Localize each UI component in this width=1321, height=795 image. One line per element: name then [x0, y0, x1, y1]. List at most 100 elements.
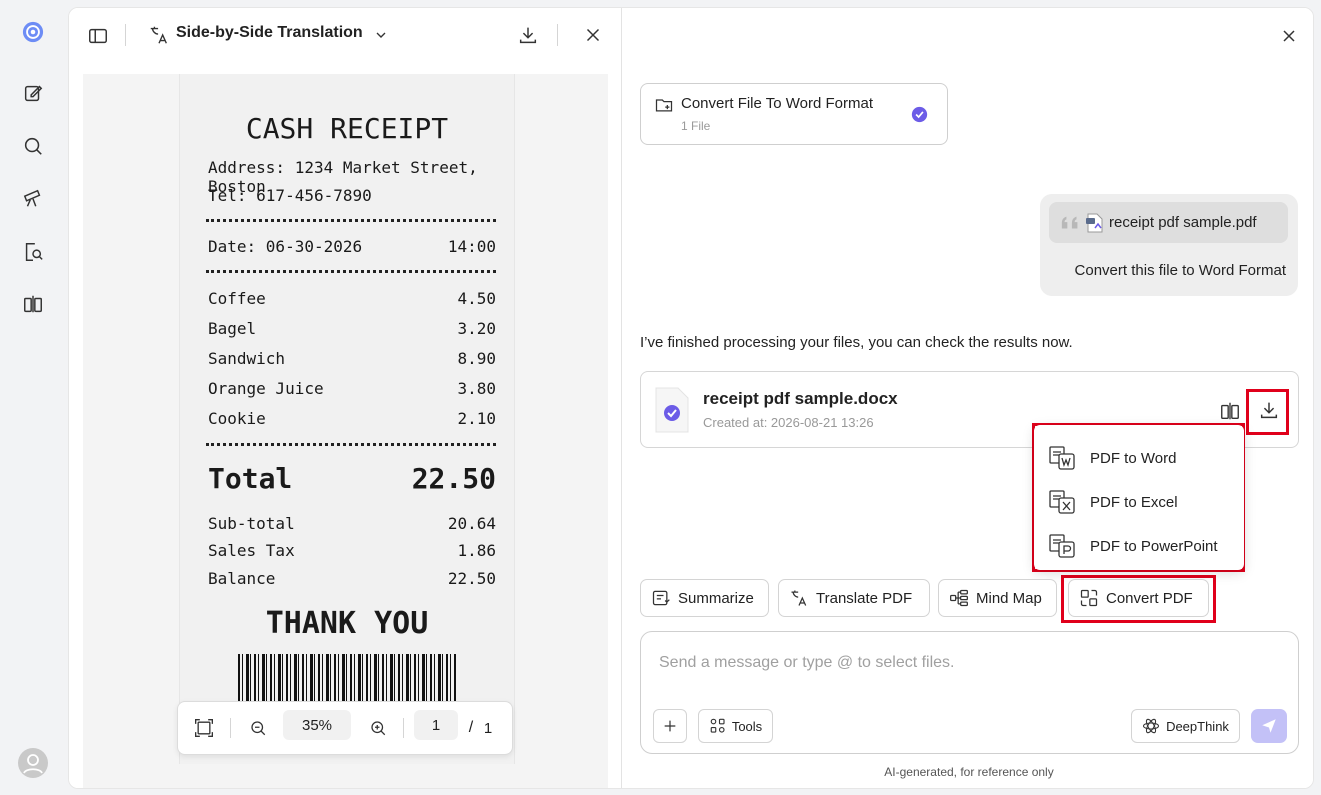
tools-label: Tools [731, 718, 763, 734]
user-avatar-icon[interactable] [18, 748, 48, 778]
attachment-quote[interactable]: receipt pdf sample.pdf [1049, 202, 1288, 243]
receipt-total-row: Total 22.50 [208, 462, 496, 495]
menu-item-pdf-to-excel[interactable]: PDF to Excel [1048, 487, 1178, 517]
mind-map-button[interactable]: Mind Map [938, 579, 1057, 617]
task-title: Convert File To Word Format [681, 95, 874, 112]
add-attachment-button[interactable] [653, 709, 687, 743]
pdf-to-excel-icon [1049, 490, 1075, 514]
tax-value: 1.86 [457, 541, 496, 560]
item-name: Sandwich [208, 349, 286, 368]
ai-disclaimer: AI-generated, for reference only [884, 765, 1054, 779]
sidebar-toggle-icon[interactable] [87, 25, 109, 47]
zoom-in-icon[interactable] [366, 702, 390, 754]
task-card[interactable]: Convert File To Word Format 1 File [640, 83, 948, 145]
zoom-level[interactable]: 35% [283, 710, 351, 740]
result-file-date: Created at: 2026-08-21 13:26 [703, 415, 874, 430]
message-input[interactable]: Send a message or type @ to select files… [659, 654, 955, 672]
compare-icon[interactable] [20, 291, 46, 317]
total-label: Total [208, 462, 293, 495]
compare-view-icon[interactable] [1219, 400, 1241, 422]
receipt-date: Date: 06-30-2026 [208, 237, 363, 256]
close-chat-icon[interactable] [1279, 26, 1299, 51]
translate-pdf-label: Translate PDF [816, 589, 913, 607]
receipt-page: CASH RECEIPT Address: 1234 Market Street… [179, 74, 515, 764]
translate-pdf-button[interactable]: Translate PDF [778, 579, 930, 617]
left-rail [0, 0, 67, 795]
document-toolbar: Side-by-Side Translation [69, 8, 622, 66]
receipt-item-row: Cookie 2.10 [208, 409, 496, 428]
menu-item-label: PDF to Word [1090, 449, 1177, 467]
item-price: 2.10 [457, 409, 496, 428]
deepthink-label: DeepThink [1166, 718, 1229, 734]
user-message-text: Convert this file to Word Format [1074, 262, 1286, 279]
receipt-item-row: Sandwich 8.90 [208, 349, 496, 368]
menu-item-label: PDF to Excel [1090, 493, 1178, 511]
total-pages: 1 [483, 719, 493, 737]
user-message: receipt pdf sample.pdf Convert this file… [1040, 194, 1298, 296]
barcode [238, 654, 456, 702]
task-subtitle: 1 File [681, 119, 711, 133]
receipt-title: CASH RECEIPT [245, 112, 449, 145]
menu-item-pdf-to-powerpoint[interactable]: PDF to PowerPoint [1048, 531, 1218, 561]
summarize-button[interactable]: Summarize [640, 579, 769, 617]
item-price: 3.20 [457, 319, 496, 338]
tools-button[interactable]: Tools [698, 709, 773, 743]
zoom-out-icon[interactable] [246, 702, 270, 754]
edit-icon[interactable] [20, 80, 46, 106]
fit-page-icon[interactable] [192, 702, 216, 754]
item-name: Coffee [208, 289, 266, 308]
download-highlight [1246, 389, 1289, 435]
document-viewer[interactable]: CASH RECEIPT Address: 1234 Market Street… [83, 74, 608, 788]
pdf-file-icon [1086, 213, 1103, 232]
dotted-divider [206, 219, 496, 222]
menu-item-label: PDF to PowerPoint [1090, 537, 1218, 555]
page-separator: / [468, 719, 474, 736]
main-card: Side-by-Side Translation CASH RECEIPT Ad… [68, 7, 1314, 789]
receipt-subtotal-row: Sub-total 20.64 [208, 514, 496, 533]
doc-search-icon[interactable] [20, 239, 46, 265]
search-icon[interactable] [20, 133, 46, 159]
send-icon [1262, 719, 1276, 733]
receipt-balance-row: Balance 22.50 [208, 569, 496, 588]
balance-value: 22.50 [447, 569, 496, 588]
receipt-item-row: Orange Juice 3.80 [208, 379, 496, 398]
translation-mode-label[interactable]: Side-by-Side Translation [176, 24, 363, 42]
telescope-icon[interactable] [20, 185, 46, 211]
receipt-time: 14:00 [447, 237, 496, 256]
item-price: 3.80 [457, 379, 496, 398]
page-number-input[interactable]: 1 [414, 710, 458, 740]
dotted-divider [206, 443, 496, 446]
send-button[interactable] [1251, 709, 1287, 743]
convert-pdf-button[interactable]: Convert PDF [1068, 579, 1209, 617]
divider [403, 718, 404, 738]
receipt-date-row: Date: 06-30-2026 14:00 [208, 237, 496, 256]
folder-icon [655, 99, 673, 112]
assistant-reply: I’ve finished processing your files, you… [640, 334, 1073, 351]
tax-label: Sales Tax [208, 541, 295, 560]
total-value: 22.50 [411, 462, 496, 495]
pdf-to-powerpoint-icon [1049, 534, 1075, 558]
dotted-divider [206, 270, 496, 273]
message-input-box[interactable]: Send a message or type @ to select files… [640, 631, 1299, 754]
menu-item-pdf-to-word[interactable]: PDF to Word [1048, 443, 1176, 473]
divider [230, 718, 231, 738]
check-circle-icon [911, 106, 928, 123]
close-icon[interactable] [582, 24, 604, 46]
attachment-name: receipt pdf sample.pdf [1109, 214, 1257, 231]
docx-file-icon [655, 387, 689, 433]
chevron-down-icon[interactable] [373, 27, 389, 43]
pdf-to-word-icon [1049, 446, 1075, 470]
document-pane: Side-by-Side Translation CASH RECEIPT Ad… [69, 8, 622, 788]
item-name: Bagel [208, 319, 257, 338]
item-price: 4.50 [457, 289, 496, 308]
convert-pdf-label: Convert PDF [1106, 589, 1193, 607]
result-file-name: receipt pdf sample.docx [703, 389, 898, 408]
tools-icon [710, 718, 725, 733]
download-icon[interactable] [517, 24, 539, 46]
translate-icon [791, 590, 807, 606]
download-format-menu: PDF to Word PDF to Excel PDF to PowerPoi… [1034, 425, 1244, 570]
logo-icon[interactable] [20, 19, 46, 45]
item-price: 8.90 [457, 349, 496, 368]
deepthink-button[interactable]: DeepThink [1131, 709, 1240, 743]
summarize-icon [652, 590, 670, 606]
